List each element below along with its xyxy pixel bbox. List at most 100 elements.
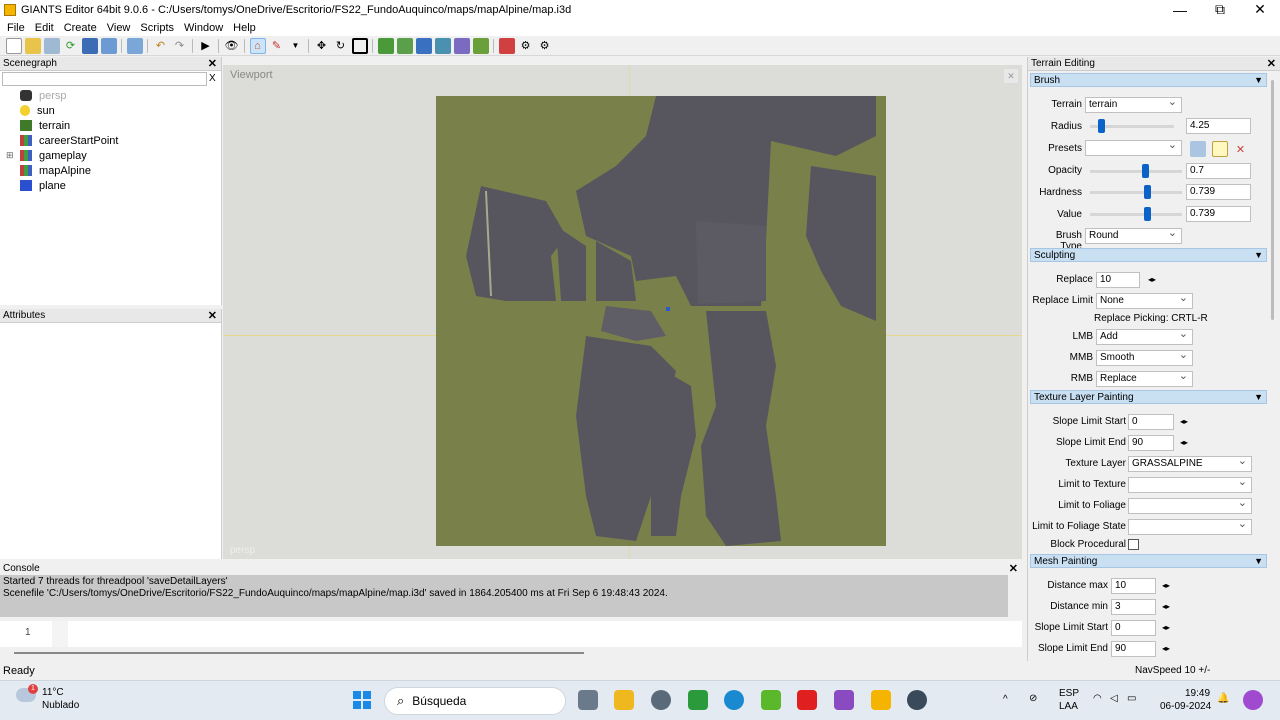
- terrain-tool-2-icon[interactable]: [396, 37, 413, 54]
- terrain-tool-1-icon[interactable]: [377, 37, 394, 54]
- replace-limit-select[interactable]: None: [1096, 291, 1193, 309]
- delete-preset-icon[interactable]: ✕: [1233, 141, 1249, 157]
- radius-slider-handle[interactable]: [1098, 119, 1105, 133]
- menu-scripts[interactable]: Scripts: [135, 22, 179, 34]
- settings-alt-icon[interactable]: ⚙: [537, 38, 553, 54]
- tree-item-careerstartpoint[interactable]: careerStartPoint: [20, 133, 118, 148]
- redo-icon[interactable]: ↷: [172, 38, 188, 54]
- tree-tool-icon[interactable]: [472, 37, 489, 54]
- limit-to-foliage-state-select[interactable]: [1128, 517, 1252, 535]
- start-menu-icon[interactable]: [353, 691, 371, 709]
- task-view-icon[interactable]: [578, 690, 598, 710]
- volume-icon[interactable]: ◁: [1110, 693, 1118, 704]
- mesh-slope-limit-start-input[interactable]: 0: [1111, 620, 1156, 636]
- section-texture-layer-painting[interactable]: Texture Layer Painting ▼: [1030, 390, 1267, 404]
- settings-app-icon[interactable]: [651, 690, 671, 710]
- distance-max-input[interactable]: 10: [1111, 578, 1156, 594]
- attributes-close-icon[interactable]: ✕: [208, 309, 217, 322]
- foliage-tool-icon[interactable]: [434, 37, 451, 54]
- mesh-tool-icon[interactable]: [453, 37, 470, 54]
- minimize-button[interactable]: —: [1160, 2, 1200, 18]
- import-icon[interactable]: [126, 37, 143, 54]
- edge-browser-icon[interactable]: [724, 690, 744, 710]
- refresh-icon[interactable]: ⟳: [63, 38, 79, 54]
- undo-icon[interactable]: ↶: [153, 38, 169, 54]
- object-icon[interactable]: [498, 37, 515, 54]
- limit-to-foliage-select[interactable]: [1128, 496, 1252, 514]
- giants-editor-app-icon[interactable]: [871, 690, 891, 710]
- tree-item-gameplay[interactable]: gameplay: [20, 148, 87, 163]
- save-icon[interactable]: [81, 37, 98, 54]
- menu-edit[interactable]: Edit: [30, 22, 59, 34]
- slope-limit-end-input[interactable]: 90: [1128, 435, 1174, 451]
- nvidia-app-icon[interactable]: [761, 690, 781, 710]
- scenegraph-filter-input[interactable]: [2, 72, 207, 86]
- menu-help[interactable]: Help: [228, 22, 261, 34]
- texture-layer-select[interactable]: GRASSALPINE: [1128, 454, 1252, 472]
- battery-icon[interactable]: ▭: [1127, 693, 1136, 704]
- settings-icon[interactable]: ⚙: [518, 38, 534, 54]
- new-file-icon[interactable]: [5, 37, 22, 54]
- section-sculpting[interactable]: Sculpting ▼: [1030, 248, 1267, 262]
- rotate-icon[interactable]: ↻: [333, 38, 349, 54]
- expand-toggle-icon[interactable]: ⊞: [6, 150, 14, 161]
- dropdown-arrow-icon[interactable]: ▼: [288, 38, 304, 54]
- distance-min-spinner-icon[interactable]: ◂▸: [1159, 600, 1173, 614]
- value-slider[interactable]: [1090, 213, 1182, 216]
- opacity-slider[interactable]: [1090, 170, 1182, 173]
- value-slider-handle[interactable]: [1144, 207, 1151, 221]
- replace-spinner-icon[interactable]: ◂▸: [1145, 273, 1159, 287]
- viewport-close-icon[interactable]: ✕: [1004, 69, 1018, 83]
- console-close-icon[interactable]: ✕: [1009, 562, 1018, 575]
- menu-file[interactable]: File: [2, 22, 30, 34]
- wifi-icon[interactable]: ◠: [1093, 693, 1102, 704]
- presets-select[interactable]: [1085, 138, 1182, 156]
- language-code[interactable]: ESP: [1059, 688, 1079, 699]
- export-icon[interactable]: [100, 37, 117, 54]
- eye-icon[interactable]: 👁: [224, 38, 240, 54]
- maximize-button[interactable]: ⧉: [1200, 1, 1240, 18]
- menu-view[interactable]: View: [102, 22, 136, 34]
- scale-icon[interactable]: [351, 37, 368, 54]
- menu-create[interactable]: Create: [59, 22, 102, 34]
- terrain-edit-icon[interactable]: ⌂: [249, 37, 266, 54]
- scenegraph-close-icon[interactable]: ✕: [208, 57, 217, 70]
- section-brush[interactable]: Brush ▼: [1030, 73, 1267, 87]
- youtube-app-icon[interactable]: [797, 690, 817, 710]
- terrain-editing-close-icon[interactable]: ✕: [1267, 57, 1276, 70]
- tree-item-sun[interactable]: sun: [20, 103, 55, 118]
- steam-app-icon[interactable]: [907, 690, 927, 710]
- save-preset-icon[interactable]: [1189, 141, 1206, 157]
- brush-mode-icon[interactable]: ✎: [269, 38, 285, 54]
- paint-tool-icon[interactable]: [415, 37, 432, 54]
- hardness-slider-handle[interactable]: [1144, 185, 1151, 199]
- replace-input[interactable]: 10: [1096, 272, 1140, 288]
- open-folder-icon[interactable]: [24, 37, 41, 54]
- console-script-input[interactable]: 1: [0, 621, 1022, 647]
- console-horizontal-scrollbar[interactable]: [14, 652, 584, 654]
- mesh-slope-end-spinner-icon[interactable]: ◂▸: [1159, 642, 1173, 656]
- slope-start-spinner-icon[interactable]: ◂▸: [1177, 415, 1191, 429]
- terrain-panel-scrollbar[interactable]: [1271, 80, 1274, 320]
- taskbar-search[interactable]: ⌕ Búsqueda: [384, 687, 566, 715]
- winrar-app-icon[interactable]: [834, 690, 854, 710]
- slope-end-spinner-icon[interactable]: ◂▸: [1177, 436, 1191, 450]
- network-off-icon[interactable]: ⊘: [1029, 693, 1037, 704]
- move-icon[interactable]: ✥: [314, 38, 330, 54]
- limit-to-texture-select[interactable]: [1128, 475, 1252, 493]
- edit-icon[interactable]: [43, 37, 60, 54]
- file-explorer-icon[interactable]: [614, 690, 634, 710]
- radius-input[interactable]: 4.25: [1186, 118, 1251, 134]
- distance-min-input[interactable]: 3: [1111, 599, 1156, 615]
- block-procedural-checkbox[interactable]: [1128, 539, 1139, 550]
- play-icon[interactable]: ▶: [198, 38, 214, 54]
- brush-type-select[interactable]: Round: [1085, 226, 1182, 244]
- tree-item-terrain[interactable]: terrain: [20, 118, 70, 133]
- opacity-slider-handle[interactable]: [1142, 164, 1149, 178]
- section-mesh-painting[interactable]: Mesh Painting ▼: [1030, 554, 1267, 568]
- clock-time[interactable]: 19:49: [1185, 688, 1210, 699]
- rmb-select[interactable]: Replace: [1096, 369, 1193, 387]
- mmb-select[interactable]: Smooth: [1096, 348, 1193, 366]
- weather-description[interactable]: Nublado: [42, 700, 79, 711]
- lmb-select[interactable]: Add: [1096, 327, 1193, 345]
